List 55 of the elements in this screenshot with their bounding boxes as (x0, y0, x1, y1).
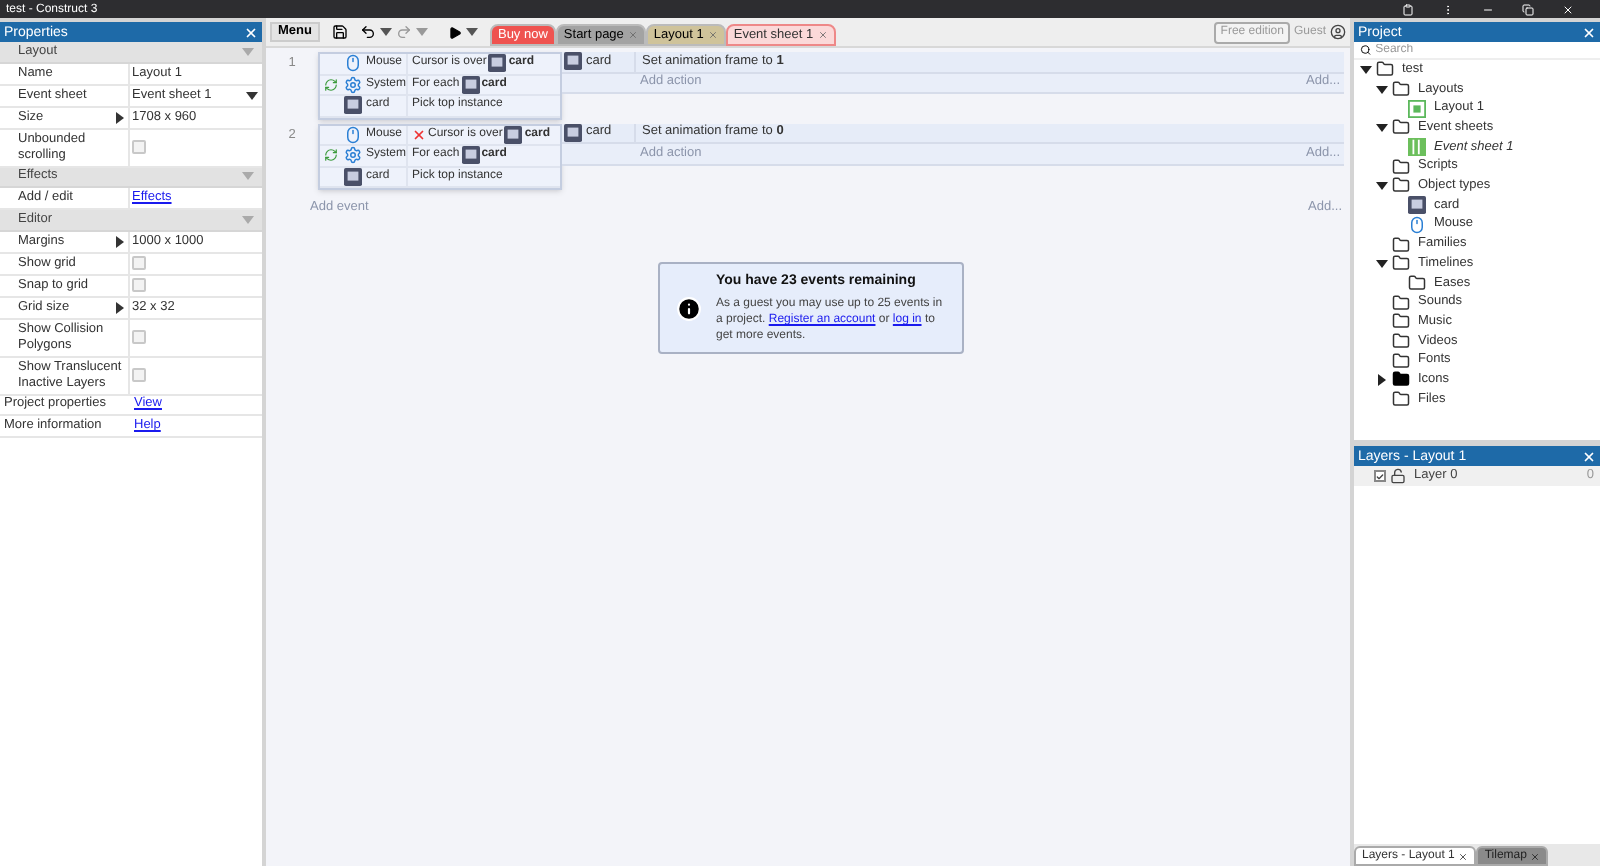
checkbox[interactable] (132, 256, 146, 270)
folder-icon (1392, 118, 1410, 137)
expand-icon[interactable] (114, 301, 126, 313)
minimize-icon[interactable] (1482, 3, 1494, 15)
clipboard-icon[interactable] (1402, 3, 1414, 15)
visibility-checkbox[interactable] (1374, 470, 1386, 482)
mouse-icon (344, 125, 362, 144)
caret-icon[interactable] (379, 26, 392, 38)
expander-icon[interactable] (1376, 83, 1388, 96)
restore-icon[interactable] (1522, 3, 1534, 15)
folder-icon (1392, 331, 1410, 350)
user-icon[interactable] (1330, 24, 1346, 40)
card-object-icon (1408, 196, 1426, 215)
gear-icon (343, 146, 362, 165)
expander-icon[interactable] (1376, 179, 1388, 192)
card-object-icon (344, 96, 362, 115)
checkbox[interactable] (132, 330, 146, 344)
folder-icon (1392, 157, 1410, 176)
folder-icon (1408, 273, 1426, 292)
expand-icon[interactable] (114, 235, 126, 247)
folder-icon (1392, 80, 1410, 99)
dropdown-caret-icon[interactable] (246, 89, 258, 101)
event-sheet-icon (1408, 138, 1426, 157)
mouse-icon (344, 54, 362, 73)
expander-icon[interactable] (1360, 63, 1372, 76)
folder-icon (1392, 235, 1410, 254)
expander-icon[interactable] (1376, 373, 1388, 386)
caret-icon[interactable] (465, 26, 478, 38)
folder-icon (1392, 293, 1410, 312)
card-object-icon (504, 125, 523, 144)
card-object-icon (564, 123, 582, 142)
checkbox[interactable] (132, 368, 146, 382)
card-object-icon (564, 52, 582, 71)
save-icon[interactable] (331, 24, 348, 40)
card-object-icon (461, 146, 480, 165)
mouse-icon (1408, 215, 1426, 234)
undo-icon[interactable] (359, 24, 376, 40)
checkbox[interactable] (132, 140, 146, 154)
play-icon[interactable] (447, 25, 462, 39)
checkbox[interactable] (132, 278, 146, 292)
unlock-icon[interactable] (1390, 468, 1406, 484)
search-icon (1360, 44, 1372, 56)
folder-icon (1392, 176, 1410, 195)
expander-icon[interactable] (1376, 121, 1388, 134)
folder-icon (1376, 60, 1394, 79)
folder-icon (1392, 351, 1410, 370)
expand-icon[interactable] (114, 111, 126, 123)
layout-icon (1408, 99, 1426, 118)
info-icon (676, 295, 702, 321)
gear-icon (343, 75, 362, 94)
folder-icon (1392, 370, 1410, 389)
folder-icon (1392, 312, 1410, 331)
folder-icon (1392, 254, 1410, 273)
expander-icon[interactable] (1376, 257, 1388, 270)
folder-icon (1392, 390, 1410, 409)
